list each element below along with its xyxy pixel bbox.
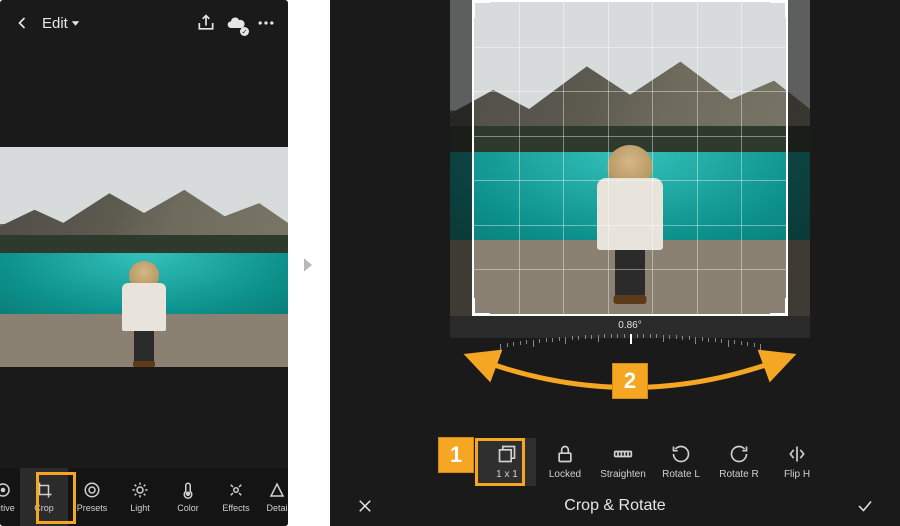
crop-handle-tr[interactable] bbox=[770, 0, 788, 18]
tool-light[interactable]: Light bbox=[116, 468, 164, 526]
confirm-button[interactable] bbox=[830, 497, 900, 515]
top-bar: Edit ✓ bbox=[0, 0, 288, 46]
tool-label: Color bbox=[177, 503, 199, 513]
crop-handle-bl[interactable] bbox=[472, 298, 490, 316]
crop-stage[interactable]: 0.86° bbox=[450, 0, 810, 338]
angle-readout: 0.86° bbox=[450, 320, 810, 331]
tool-label: Detai bbox=[266, 503, 287, 513]
ctool-label: Rotate L bbox=[662, 469, 700, 480]
more-icon[interactable] bbox=[256, 13, 276, 33]
crop-handle-tl[interactable] bbox=[472, 0, 490, 18]
photo-viewport[interactable] bbox=[0, 46, 288, 468]
tool-selective[interactable]: ective bbox=[0, 468, 20, 526]
sync-check-badge: ✓ bbox=[240, 27, 249, 36]
aspect-ratio-button[interactable]: 1 x 1 bbox=[478, 438, 536, 486]
rotate-left-button[interactable]: Rotate L bbox=[652, 438, 710, 486]
edit-label: Edit bbox=[42, 15, 68, 32]
ctool-label: 1 x 1 bbox=[496, 469, 518, 480]
flip-h-button[interactable]: Flip H bbox=[768, 438, 826, 486]
tool-color[interactable]: Color bbox=[164, 468, 212, 526]
crop-toolbar: 1 x 1 Locked Straighten Rotate L Rotate … bbox=[430, 438, 900, 486]
photo-preview bbox=[0, 147, 288, 367]
tool-label: ective bbox=[0, 503, 15, 513]
ctool-label: Flip H bbox=[784, 469, 810, 480]
phone-mockup: Edit ✓ ective Crop Prese bbox=[0, 0, 288, 526]
crop-mask bbox=[450, 0, 472, 316]
panel-title: Crop & Rotate bbox=[400, 497, 830, 515]
crop-frame[interactable] bbox=[472, 0, 788, 316]
edit-toolbar: ective Crop Presets Light Color Effects … bbox=[0, 468, 288, 526]
crop-mask bbox=[788, 0, 810, 316]
lock-button[interactable]: Locked bbox=[536, 438, 594, 486]
rotate-right-button[interactable]: Rotate R bbox=[710, 438, 768, 486]
back-icon[interactable] bbox=[12, 13, 32, 33]
bottom-bar: Crop & Rotate bbox=[330, 486, 900, 526]
tool-effects[interactable]: Effects bbox=[212, 468, 260, 526]
callout-2: 2 bbox=[612, 363, 648, 399]
ctool-label: Locked bbox=[549, 469, 581, 480]
edit-dropdown[interactable]: Edit bbox=[42, 15, 80, 32]
tool-detail[interactable]: Detai bbox=[260, 468, 288, 526]
cancel-button[interactable] bbox=[330, 497, 400, 515]
tool-label: Effects bbox=[222, 503, 249, 513]
tool-label: Crop bbox=[34, 503, 54, 513]
ctool-label: Straighten bbox=[600, 469, 646, 480]
flow-arrow-icon bbox=[300, 254, 316, 276]
tool-crop[interactable]: Crop bbox=[20, 468, 68, 526]
ctool-label: Rotate R bbox=[719, 469, 758, 480]
share-icon[interactable] bbox=[196, 13, 216, 33]
tool-presets[interactable]: Presets bbox=[68, 468, 116, 526]
callout-1: 1 bbox=[438, 437, 474, 473]
tool-label: Light bbox=[130, 503, 150, 513]
tool-label: Presets bbox=[77, 503, 108, 513]
crop-panel: 0.86° 2 1 x 1 Locked Straighten Rotate L bbox=[330, 0, 900, 526]
crop-handle-br[interactable] bbox=[770, 298, 788, 316]
cloud-sync-icon[interactable]: ✓ bbox=[226, 13, 246, 33]
straighten-button[interactable]: Straighten bbox=[594, 438, 652, 486]
